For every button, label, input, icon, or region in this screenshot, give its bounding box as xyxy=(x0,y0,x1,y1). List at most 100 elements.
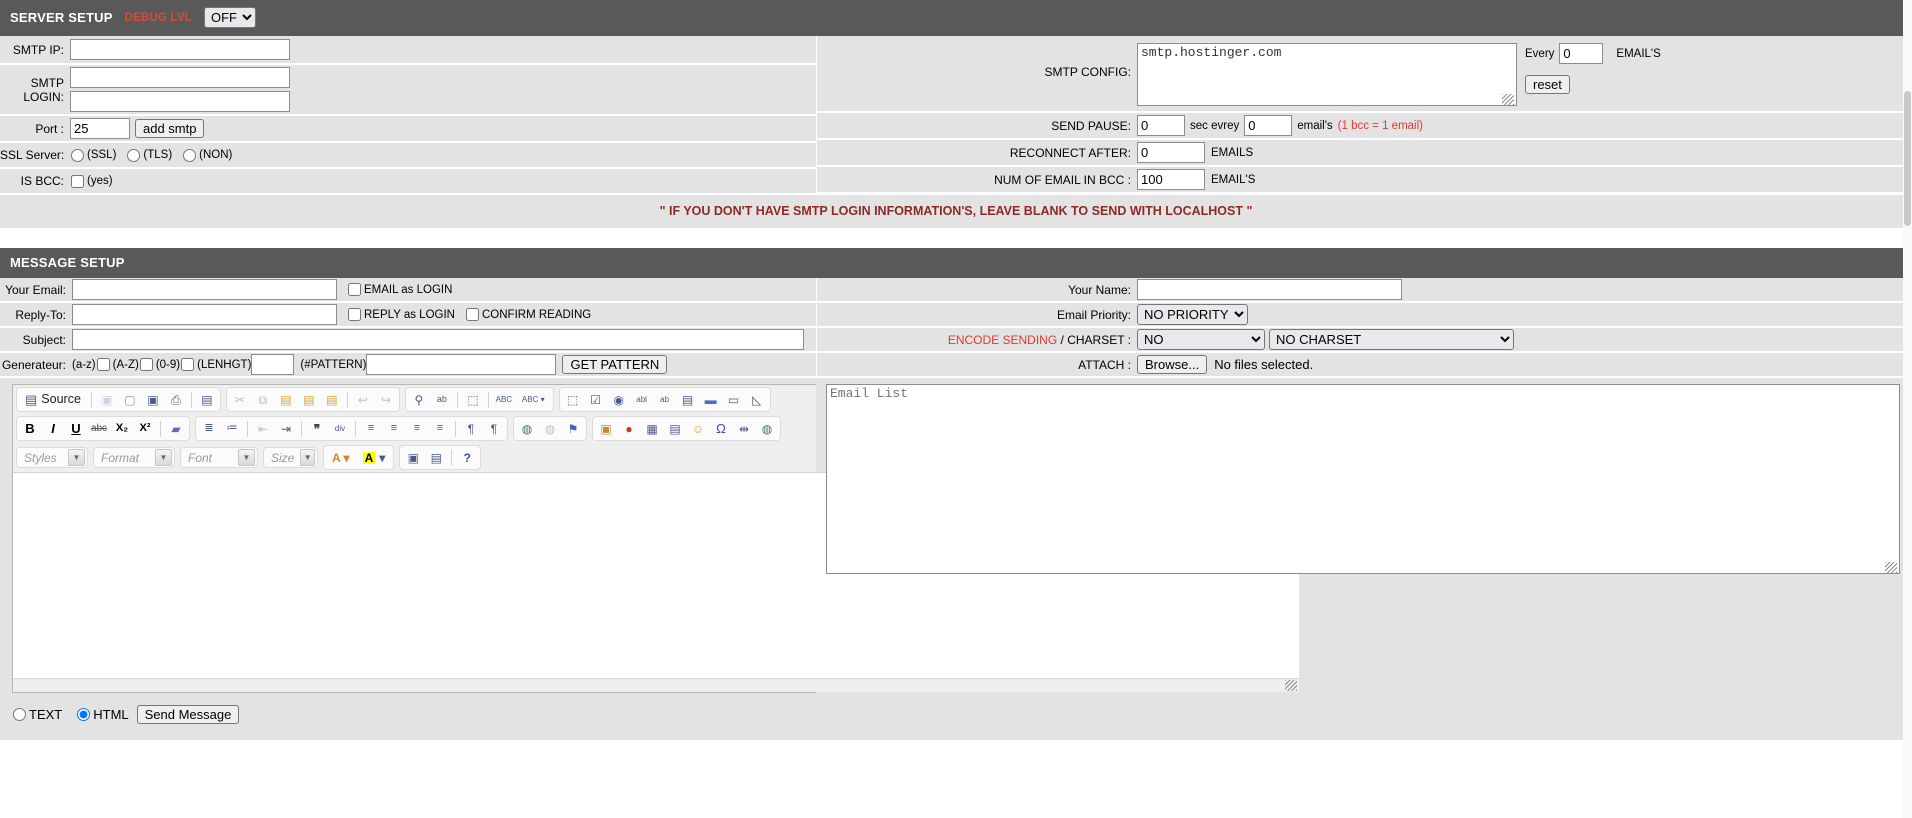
every-input[interactable] xyxy=(1559,43,1604,64)
textarea-icon[interactable]: ab xyxy=(654,389,676,410)
email-priority-select[interactable]: NO PRIORITY xyxy=(1137,304,1248,325)
unlink-icon[interactable]: ◍ xyxy=(539,418,561,439)
form-icon[interactable]: ⬚ xyxy=(562,389,584,410)
num-email-bcc-input[interactable] xyxy=(1137,169,1205,190)
paste-icon[interactable]: ▤ xyxy=(275,389,297,410)
show-blocks-icon[interactable]: ▤ xyxy=(425,447,447,468)
browse-button[interactable]: Browse... xyxy=(1137,355,1208,374)
preview-icon[interactable]: ▣ xyxy=(142,389,164,410)
editor-resize-grip[interactable] xyxy=(1285,680,1297,691)
indent-icon[interactable]: ⇥ xyxy=(275,418,297,439)
about-icon[interactable]: ? xyxy=(456,447,478,468)
undo-icon[interactable]: ↩ xyxy=(352,389,374,410)
underline-icon[interactable]: U xyxy=(65,418,87,439)
ssl-option-tls[interactable]: (TLS) xyxy=(126,148,172,162)
smtp-config-textarea[interactable]: smtp.hostinger.com xyxy=(1137,43,1517,106)
text-field-icon[interactable]: abl xyxy=(631,389,653,410)
ssl-radio-ssl[interactable] xyxy=(71,148,84,162)
iframe-icon[interactable]: ◍ xyxy=(756,418,778,439)
checkbox-icon[interactable]: ☑ xyxy=(585,389,607,410)
email-as-login-checkbox[interactable] xyxy=(348,283,361,296)
text-direction-rtl-icon[interactable]: ¶ xyxy=(483,418,505,439)
page-scrollbar[interactable] xyxy=(1903,0,1912,818)
background-color-icon[interactable]: A ▾ xyxy=(357,447,392,468)
confirm-reading-checkbox[interactable] xyxy=(465,308,479,321)
redo-icon[interactable]: ↪ xyxy=(375,389,397,410)
select-all-icon[interactable]: ⬚ xyxy=(462,389,484,410)
font-combo[interactable]: Font ▼ xyxy=(180,447,258,468)
smiley-icon[interactable]: ☺ xyxy=(687,418,709,439)
table-icon[interactable]: ▦ xyxy=(641,418,663,439)
format-radio-html[interactable] xyxy=(77,708,91,721)
text-color-icon[interactable]: A ▾ xyxy=(326,447,356,468)
paste-from-word-icon[interactable]: ▤ xyxy=(321,389,343,410)
new-page-icon[interactable]: ▢ xyxy=(119,389,141,410)
selection-field-icon[interactable]: ▤ xyxy=(677,389,699,410)
send-pause-input[interactable] xyxy=(1137,115,1185,136)
reply-to-input[interactable] xyxy=(72,304,337,325)
format-option-text[interactable]: TEXT xyxy=(12,707,62,722)
page-break-icon[interactable]: ⇹ xyxy=(733,418,755,439)
maximize-icon[interactable]: ▣ xyxy=(402,447,424,468)
scrollbar-thumb[interactable] xyxy=(1904,91,1911,226)
align-center-icon[interactable]: ≡ xyxy=(383,418,405,439)
copy-icon[interactable]: ⧉ xyxy=(252,389,274,410)
bold-icon[interactable]: B xyxy=(19,418,41,439)
button-icon[interactable]: ▬ xyxy=(700,389,722,410)
radio-button-icon[interactable]: ◉ xyxy=(608,389,630,410)
link-icon[interactable]: ◍ xyxy=(516,418,538,439)
image-icon[interactable]: ▣ xyxy=(595,418,617,439)
subject-input[interactable] xyxy=(72,329,804,350)
source-button[interactable]: ▤ Source xyxy=(19,389,87,410)
templates-icon[interactable]: ▤ xyxy=(196,389,218,410)
find-icon[interactable]: ⚲ xyxy=(408,389,430,410)
reset-button[interactable]: reset xyxy=(1525,75,1570,94)
italic-icon[interactable]: I xyxy=(42,418,64,439)
your-name-input[interactable] xyxy=(1137,279,1402,300)
horizontal-rule-icon[interactable]: ▤ xyxy=(664,418,686,439)
gen-length-input[interactable] xyxy=(251,354,295,375)
add-smtp-button[interactable]: add smtp xyxy=(135,119,205,138)
gen-pattern-input[interactable] xyxy=(366,354,557,375)
ssl-radio-non[interactable] xyxy=(183,148,197,162)
gen-az-lower-checkbox[interactable] xyxy=(96,358,110,371)
text-direction-ltr-icon[interactable]: ¶ xyxy=(460,418,482,439)
align-left-icon[interactable]: ≡ xyxy=(360,418,382,439)
reply-as-login-checkbox[interactable] xyxy=(348,308,361,321)
send-pause-every-input[interactable] xyxy=(1244,115,1293,136)
cut-icon[interactable]: ✂ xyxy=(229,389,251,410)
is-bcc-option[interactable]: (yes) xyxy=(70,174,113,188)
gen-az-upper-checkbox[interactable] xyxy=(139,358,153,371)
print-icon[interactable]: ⎙ xyxy=(165,389,187,410)
strikethrough-icon[interactable]: abc xyxy=(88,418,110,439)
align-right-icon[interactable]: ≡ xyxy=(406,418,428,439)
ssl-option-non[interactable]: (NON) xyxy=(182,148,232,162)
styles-combo[interactable]: Styles ▼ xyxy=(16,447,88,468)
scayt-icon[interactable]: ABC ▾ xyxy=(516,389,551,410)
email-list-resize-grip[interactable] xyxy=(1885,562,1897,573)
ssl-radio-tls[interactable] xyxy=(127,148,141,162)
port-input[interactable] xyxy=(70,118,130,139)
create-div-icon[interactable]: div xyxy=(329,418,351,439)
format-option-html[interactable]: HTML xyxy=(76,707,129,722)
charset-select[interactable]: NO CHARSET xyxy=(1269,329,1514,350)
subscript-icon[interactable]: X₂ xyxy=(111,418,133,439)
justify-icon[interactable]: ≡ xyxy=(429,418,451,439)
get-pattern-button[interactable]: GET PATTERN xyxy=(562,355,668,374)
image-button-icon[interactable]: ▭ xyxy=(723,389,745,410)
send-message-button[interactable]: Send Message xyxy=(136,705,240,724)
replace-icon[interactable]: ab xyxy=(431,389,453,410)
debug-level-select[interactable]: OFF xyxy=(204,7,256,28)
smtp-ip-input[interactable] xyxy=(70,39,290,60)
smtp-login-user-input[interactable] xyxy=(70,67,290,88)
ssl-option-ssl[interactable]: (SSL) xyxy=(70,148,116,162)
remove-format-icon[interactable]: ▰ xyxy=(165,418,187,439)
paste-text-icon[interactable]: ▤ xyxy=(298,389,320,410)
reconnect-after-input[interactable] xyxy=(1137,142,1205,163)
confirm-reading-option[interactable]: CONFIRM READING xyxy=(465,308,591,321)
format-radio-text[interactable] xyxy=(13,708,26,721)
special-character-icon[interactable]: Ω xyxy=(710,418,732,439)
numbered-list-icon[interactable]: ≣ xyxy=(198,418,220,439)
save-icon[interactable]: ▣ xyxy=(96,389,118,410)
encode-select[interactable]: NO xyxy=(1137,329,1265,350)
